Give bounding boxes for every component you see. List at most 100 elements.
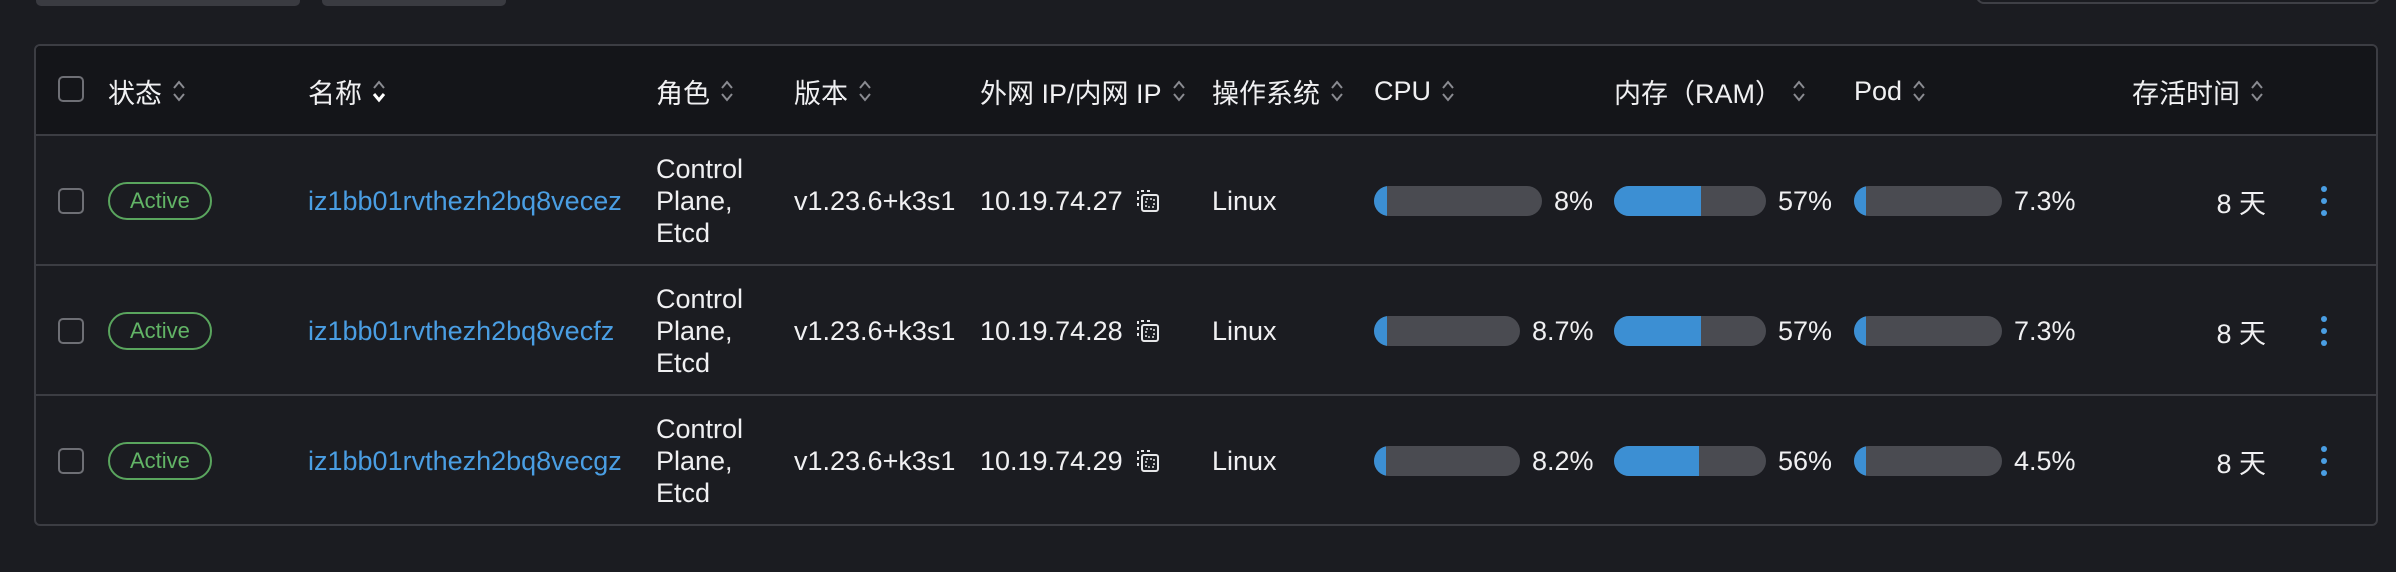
cpu-usage-fill [1374, 316, 1387, 346]
node-version: v1.23.6+k3s1 [794, 445, 956, 476]
node-os: Linux [1212, 315, 1277, 346]
search-input-stub[interactable] [1976, 0, 2380, 4]
node-name-link[interactable]: iz1bb01rvthezh2bq8vecgz [308, 446, 622, 477]
node-age: 8 天 [2216, 448, 2266, 479]
node-age: 8 天 [2216, 188, 2266, 219]
node-name-link[interactable]: iz1bb01rvthezh2bq8vecez [308, 186, 622, 217]
node-age: 8 天 [2216, 318, 2266, 349]
header-os[interactable]: 操作系统 [1212, 46, 1344, 136]
cpu-usage-bar [1374, 316, 1520, 346]
row-checkbox[interactable] [58, 188, 84, 214]
node-os: Linux [1212, 185, 1277, 216]
header-ip[interactable]: 外网 IP/内网 IP [980, 46, 1186, 136]
ram-usage-bar [1614, 316, 1766, 346]
sort-icon [2250, 78, 2264, 104]
pod-usage-value: 7.3% [2014, 185, 2076, 216]
header-role[interactable]: 角色 [656, 46, 734, 136]
row-checkbox[interactable] [58, 318, 84, 344]
role-line: Plane, [656, 316, 733, 346]
sort-icon [1172, 78, 1186, 104]
pod-usage-fill [1854, 316, 1866, 346]
pod-usage-value: 7.3% [2014, 315, 2076, 346]
toolbar-button-stub[interactable] [36, 0, 300, 6]
node-version: v1.23.6+k3s1 [794, 185, 956, 216]
node-ip: 10.19.74.27 [980, 185, 1123, 216]
header-ram[interactable]: 内存（RAM） [1614, 46, 1806, 136]
table-row: Active iz1bb01rvthezh2bq8vecez Control P… [36, 136, 2376, 266]
node-os: Linux [1212, 445, 1277, 476]
toolbar-button-stub[interactable] [322, 0, 506, 6]
header-status-label: 状态 [108, 78, 162, 109]
ram-usage-value: 56% [1778, 445, 1833, 476]
sort-icon [1792, 78, 1806, 104]
header-os-label: 操作系统 [1212, 78, 1320, 109]
node-version: v1.23.6+k3s1 [794, 315, 956, 346]
ram-usage-fill [1614, 446, 1700, 476]
ram-usage-value: 57% [1778, 315, 1833, 346]
table-row: Active iz1bb01rvthezh2bq8vecgz Control P… [36, 396, 2376, 524]
copy-icon[interactable] [1133, 316, 1163, 346]
header-cpu[interactable]: CPU [1374, 46, 1455, 136]
sort-icon [1330, 78, 1344, 104]
kebab-menu-icon[interactable] [2314, 446, 2334, 476]
status-badge: Active [108, 312, 212, 350]
sort-icon [720, 78, 734, 104]
ram-usage-bar [1614, 186, 1766, 216]
sort-icon [858, 78, 872, 104]
node-role: Control Plane, Etcd [656, 413, 743, 509]
pod-usage-bar [1854, 446, 2002, 476]
select-all-checkbox[interactable] [58, 76, 84, 102]
pod-usage-value: 4.5% [2014, 445, 2076, 476]
header-status[interactable]: 状态 [108, 46, 186, 136]
status-badge: Active [108, 182, 212, 220]
copy-icon[interactable] [1133, 446, 1163, 476]
pod-usage-bar [1854, 186, 2002, 216]
header-pod[interactable]: Pod [1854, 46, 1926, 136]
ram-usage-fill [1614, 186, 1701, 216]
role-line: Etcd [656, 478, 711, 508]
role-line: Plane, [656, 186, 733, 216]
cpu-usage-bar [1374, 446, 1520, 476]
header-name[interactable]: 名称 [308, 46, 386, 136]
kebab-menu-icon[interactable] [2314, 186, 2334, 216]
node-role: Control Plane, Etcd [656, 283, 743, 379]
cpu-usage-bar [1374, 186, 1542, 216]
header-pod-label: Pod [1854, 75, 1903, 106]
sort-icon [1912, 78, 1926, 104]
role-line: Etcd [656, 348, 711, 378]
kebab-menu-icon[interactable] [2314, 316, 2334, 346]
pod-usage-fill [1854, 186, 1866, 216]
role-line: Etcd [656, 218, 711, 248]
cpu-usage-value: 8.7% [1532, 315, 1594, 346]
header-ram-label: 内存（RAM） [1614, 78, 1782, 109]
header-ip-label: 外网 IP/内网 IP [980, 78, 1162, 109]
pod-usage-fill [1854, 446, 1866, 476]
header-age[interactable]: 存活时间 [2132, 46, 2264, 136]
cpu-usage-fill [1374, 186, 1388, 216]
sort-icon [172, 78, 186, 104]
role-line: Plane, [656, 446, 733, 476]
header-version-label: 版本 [794, 78, 848, 109]
role-line: Control [656, 154, 744, 184]
sort-icon [372, 78, 386, 104]
cpu-usage-fill [1374, 446, 1386, 476]
role-line: Control [656, 414, 744, 444]
header-name-label: 名称 [308, 78, 362, 109]
sort-icon [1441, 78, 1455, 104]
status-badge: Active [108, 442, 212, 480]
table-header: 状态 名称 角色 版本 外网 IP/内网 IP 操作系统 CPU 内存（RAM）… [36, 46, 2376, 136]
role-line: Control [656, 284, 744, 314]
cpu-usage-value: 8% [1554, 185, 1594, 216]
ram-usage-bar [1614, 446, 1766, 476]
node-ip: 10.19.74.29 [980, 445, 1123, 476]
pod-usage-bar [1854, 316, 2002, 346]
header-cpu-label: CPU [1374, 75, 1432, 106]
header-version[interactable]: 版本 [794, 46, 872, 136]
table-row: Active iz1bb01rvthezh2bq8vecfz Control P… [36, 266, 2376, 396]
copy-icon[interactable] [1133, 186, 1163, 216]
node-ip: 10.19.74.28 [980, 315, 1123, 346]
node-name-link[interactable]: iz1bb01rvthezh2bq8vecfz [308, 316, 614, 347]
cpu-usage-value: 8.2% [1532, 445, 1594, 476]
row-checkbox[interactable] [58, 448, 84, 474]
ram-usage-fill [1614, 316, 1701, 346]
